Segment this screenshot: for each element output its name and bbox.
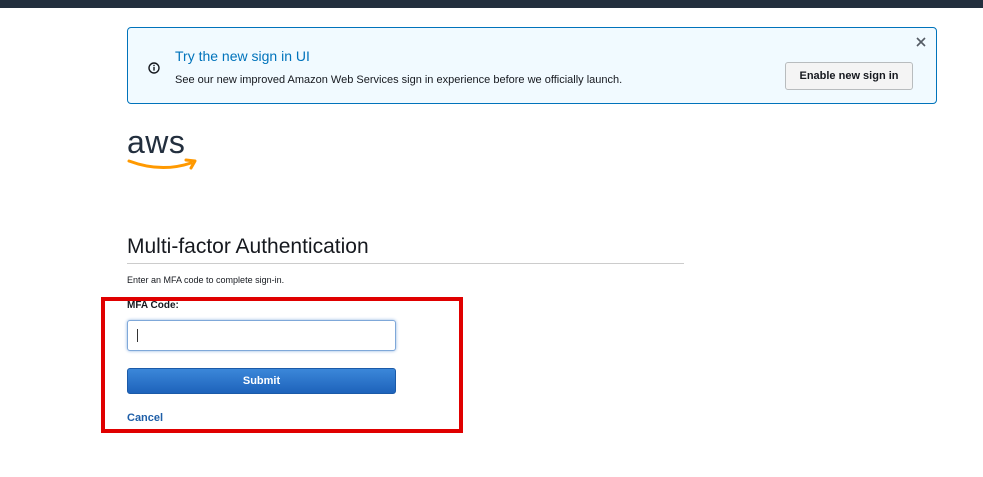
title-divider xyxy=(127,263,684,264)
cancel-link[interactable]: Cancel xyxy=(127,412,163,424)
banner-description: See our new improved Amazon Web Services… xyxy=(175,74,623,86)
mfa-instruction: Enter an MFA code to complete sign-in. xyxy=(127,275,285,285)
mfa-code-input[interactable] xyxy=(127,320,396,351)
submit-button[interactable]: Submit xyxy=(127,368,396,394)
new-signin-banner: Try the new sign in UI See our new impro… xyxy=(127,27,937,104)
info-icon xyxy=(148,61,160,74)
mfa-code-label: MFA Code: xyxy=(127,300,179,311)
aws-smile-icon xyxy=(127,158,197,170)
enable-new-sign-in-button[interactable]: Enable new sign in xyxy=(785,62,913,90)
text-cursor xyxy=(137,329,138,342)
aws-logo: aws xyxy=(127,124,201,178)
page-title: Multi-factor Authentication xyxy=(127,235,369,258)
banner-title: Try the new sign in UI xyxy=(175,48,310,64)
top-bar xyxy=(0,0,983,8)
close-icon[interactable] xyxy=(914,35,928,49)
